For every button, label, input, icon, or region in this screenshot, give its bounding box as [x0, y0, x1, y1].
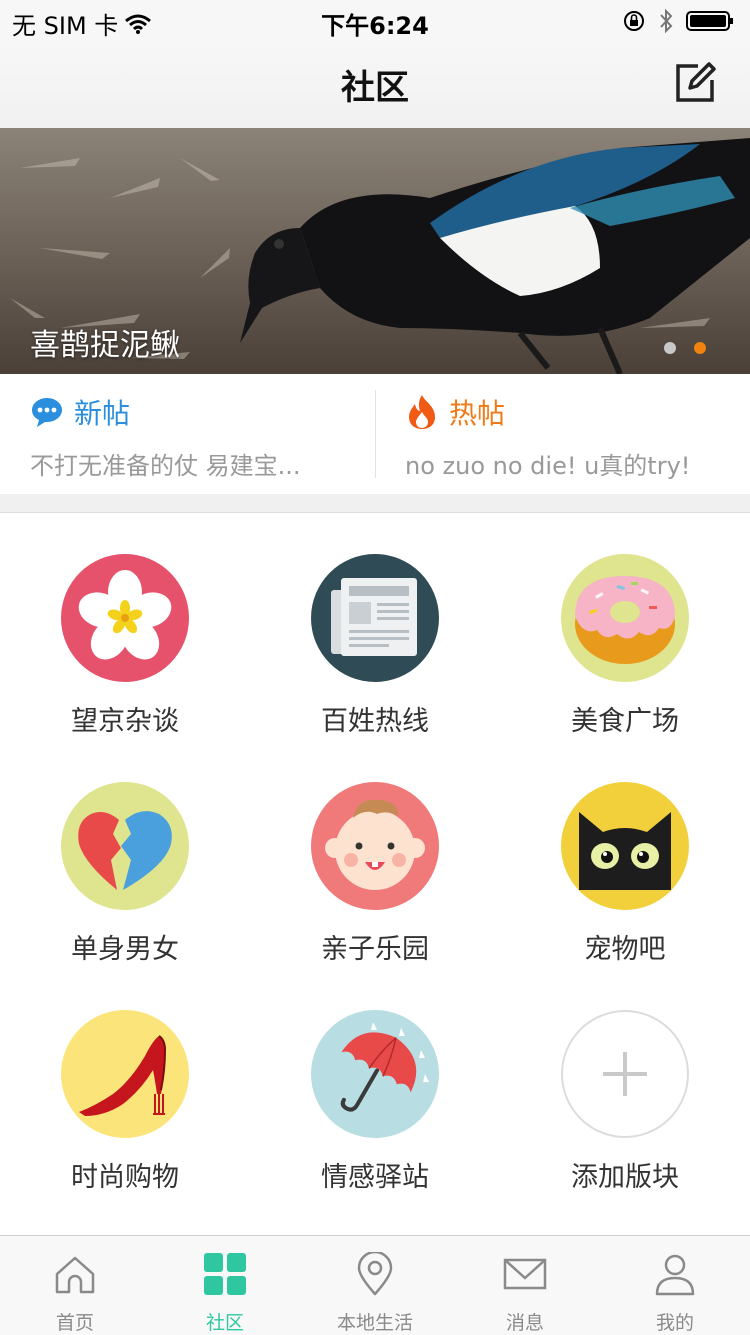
add-board-button[interactable]: 添加版块 — [500, 969, 750, 1197]
board-emotion-station[interactable]: 情感驿站 — [250, 969, 500, 1197]
board-food-plaza[interactable]: 美食广场 — [500, 513, 750, 741]
grid-icon — [204, 1253, 246, 1295]
board-label: 添加版块 — [571, 1162, 679, 1193]
board-parenting[interactable]: 亲子乐园 — [250, 741, 500, 969]
tab-messages[interactable]: 消息 — [450, 1236, 600, 1335]
newspaper-icon — [311, 554, 439, 682]
compose-icon — [676, 62, 716, 102]
board-wangjing-chat[interactable]: 望京杂谈 — [0, 513, 250, 741]
new-posts-section[interactable]: 新帖 不打无准备的仗 易建宝... — [30, 374, 360, 494]
nav-bar: 社区 — [0, 40, 750, 129]
person-icon — [655, 1254, 695, 1296]
plus-icon — [561, 1010, 689, 1138]
high-heel-icon — [61, 1010, 189, 1138]
board-label: 美食广场 — [571, 706, 679, 737]
hot-posts-preview: no zuo no die! u真的try! — [405, 452, 691, 480]
baby-face-icon — [311, 782, 439, 910]
banner-pagination — [664, 342, 706, 354]
tab-label: 社区 — [205, 1312, 244, 1334]
chat-bubble-icon — [32, 398, 62, 427]
banner-caption: 喜鹊捉泥鳅 — [30, 328, 180, 363]
black-cat-icon — [561, 782, 689, 910]
battery-icon — [686, 11, 733, 31]
hot-posts-title: 热帖 — [449, 397, 506, 430]
board-pets[interactable]: 宠物吧 — [500, 741, 750, 969]
tab-home[interactable]: 首页 — [0, 1236, 150, 1335]
home-icon — [55, 1256, 95, 1294]
donut-icon — [561, 554, 689, 682]
board-label: 情感驿站 — [321, 1162, 429, 1193]
status-right — [622, 8, 736, 34]
envelope-icon — [503, 1258, 547, 1290]
new-posts-title: 新帖 — [74, 397, 131, 430]
tab-profile[interactable]: 我的 — [600, 1236, 750, 1335]
tab-bar: 首页 社区 本地生活 消息 我的 — [0, 1235, 750, 1335]
location-pin-icon — [357, 1252, 393, 1296]
split-heart-icon — [61, 782, 189, 910]
board-label: 百姓热线 — [321, 706, 429, 737]
tab-local-life[interactable]: 本地生活 — [300, 1236, 450, 1335]
new-posts-preview: 不打无准备的仗 易建宝... — [30, 452, 301, 480]
board-singles[interactable]: 单身男女 — [0, 741, 250, 969]
flame-icon — [409, 395, 435, 429]
board-label: 亲子乐园 — [321, 934, 429, 965]
banner-dot[interactable] — [664, 342, 676, 354]
board-grid: 望京杂谈 百姓热线 美食广场 单身男女 亲子乐园 宠物吧 时尚购物 情感驿站 添… — [0, 513, 750, 1235]
board-label: 单身男女 — [71, 934, 179, 965]
hot-posts-section[interactable]: 热帖 no zuo no die! u真的try! — [405, 374, 735, 494]
compose-button[interactable] — [672, 60, 718, 106]
page-title: 社区 — [341, 68, 409, 108]
board-fashion-shopping[interactable]: 时尚购物 — [0, 969, 250, 1197]
bluetooth-icon — [660, 8, 673, 34]
board-label: 望京杂谈 — [71, 706, 179, 737]
board-label: 宠物吧 — [584, 934, 666, 965]
posts-divider — [375, 390, 376, 478]
tab-label: 本地生活 — [336, 1312, 413, 1334]
umbrella-icon — [311, 1010, 439, 1138]
tab-community[interactable]: 社区 — [150, 1236, 300, 1335]
tab-label: 首页 — [55, 1312, 94, 1334]
tab-label: 消息 — [505, 1312, 544, 1334]
tab-label: 我的 — [655, 1312, 694, 1334]
board-label: 时尚购物 — [71, 1162, 179, 1193]
banner-dot-active[interactable] — [694, 342, 706, 354]
status-bar: 无 SIM 卡 下午6:24 — [0, 0, 750, 40]
banner-carousel[interactable]: 喜鹊捉泥鳅 — [0, 128, 750, 374]
section-separator — [0, 494, 750, 513]
orientation-lock-icon — [624, 11, 644, 31]
flower-icon — [61, 554, 189, 682]
post-summary: 新帖 不打无准备的仗 易建宝... 热帖 no zuo no die! u真的t… — [0, 374, 750, 494]
board-public-hotline[interactable]: 百姓热线 — [250, 513, 500, 741]
